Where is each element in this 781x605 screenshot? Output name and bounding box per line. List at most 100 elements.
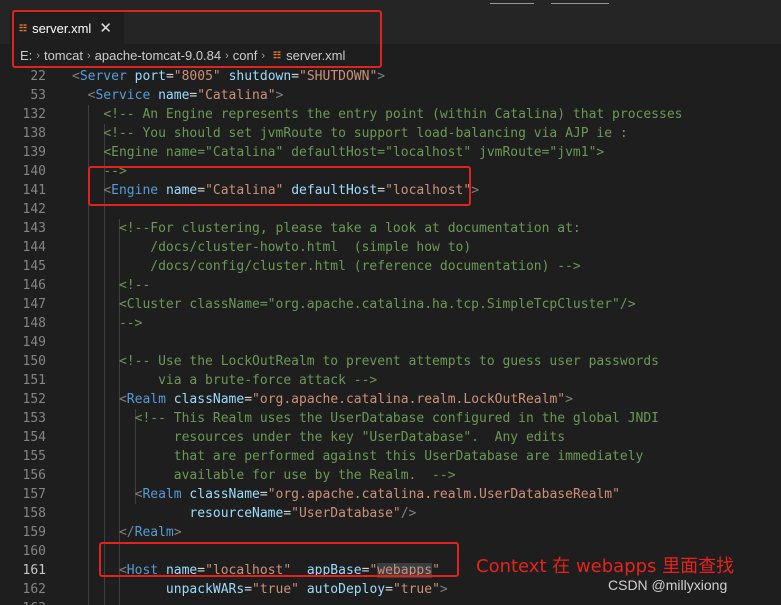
code-line[interactable]: 132 <!-- An Engine represents the entry … — [0, 105, 781, 124]
code-token: /docs/config/cluster.html (reference doc… — [118, 259, 581, 274]
code-line[interactable]: 151 via a brute-force attack --> — [0, 371, 781, 390]
code-token: = — [259, 487, 268, 502]
top-link-underline — [490, 3, 534, 4]
code-token: > — [275, 88, 284, 103]
line-number: 149 — [22, 335, 46, 350]
line-number: 163 — [0, 599, 46, 605]
code-line[interactable]: 159 </Realm> — [0, 523, 781, 542]
line-number: 159 — [22, 525, 46, 540]
code-token: Service — [95, 88, 151, 103]
code-token: <!-- — [118, 278, 151, 293]
code-text: <Engine name="Catalina" defaultHost="loc… — [72, 143, 604, 162]
line-number: 143 — [22, 221, 46, 236]
code-token: > — [173, 525, 182, 540]
code-line[interactable]: 155 that are performed against this User… — [0, 447, 781, 466]
line-number: 139 — [22, 145, 46, 160]
code-token: className — [173, 392, 245, 407]
code-text: available for use by the Realm. --> — [72, 466, 456, 485]
line-number: 145 — [22, 259, 46, 274]
code-line[interactable]: 158 resourceName="UserDatabase"/> — [0, 504, 781, 523]
code-token: "Catalina" — [197, 88, 276, 103]
code-token: = — [165, 69, 174, 84]
code-token: < — [72, 69, 80, 84]
code-text: <!-- This Realm uses the UserDatabase co… — [72, 409, 659, 428]
line-number: 150 — [22, 354, 46, 369]
line-number: 157 — [22, 487, 46, 502]
line-number: 138 — [22, 126, 46, 141]
code-line[interactable]: 53 <Service name="Catalina"> — [0, 86, 781, 105]
code-text: <!-- Use the LockOutRealm to prevent att… — [72, 352, 659, 371]
code-line[interactable]: 154 resources under the key "UserDatabas… — [0, 428, 781, 447]
code-line[interactable]: 22 <Server port="8005" shutdown="SHUTDOWN… — [0, 67, 781, 86]
code-text: resources under the key "UserDatabase". … — [72, 428, 565, 447]
code-text: /docs/config/cluster.html (reference doc… — [72, 257, 581, 276]
code-line[interactable]: 139 <Engine name="Catalina" defaultHost=… — [0, 143, 781, 162]
line-number: 132 — [22, 107, 46, 122]
code-text: <!--For clustering, please take a look a… — [72, 219, 581, 238]
code-text: --> — [72, 314, 142, 333]
code-token: "UserDatabase" — [291, 506, 401, 521]
code-token: < — [118, 392, 127, 407]
code-line[interactable]: 153 <!-- This Realm uses the UserDatabas… — [0, 409, 781, 428]
code-text: resourceName="UserDatabase"/> — [72, 504, 416, 523]
watermark: CSDN @millyxiong — [608, 577, 728, 593]
code-line[interactable]: 147 <Cluster className="org.apache.catal… — [0, 295, 781, 314]
line-number: 147 — [22, 297, 46, 312]
code-line[interactable]: 157 <Realm className="org.apache.catalin… — [0, 485, 781, 504]
code-text: <Realm className="org.apache.catalina.re… — [72, 485, 620, 504]
code-token: autoDeploy — [306, 582, 386, 597]
line-number: 146 — [22, 278, 46, 293]
code-line[interactable]: 156 available for use by the Realm. --> — [0, 466, 781, 485]
code-line[interactable]: 145 /docs/config/cluster.html (reference… — [0, 257, 781, 276]
code-token: via a brute-force attack --> — [118, 373, 378, 388]
code-text: via a brute-force attack --> — [72, 371, 377, 390]
code-text: <Server port="8005" shutdown="SHUTDOWN"> — [72, 67, 385, 86]
code-line[interactable]: 148 --> — [0, 314, 781, 333]
code-token: <!-- This Realm uses the UserDatabase co… — [134, 411, 660, 426]
line-number: 154 — [22, 430, 46, 445]
line-number: 140 — [22, 164, 46, 179]
code-token: = — [244, 582, 253, 597]
code-line[interactable]: 152 <Realm className="org.apache.catalin… — [0, 390, 781, 409]
highlight-box-host — [99, 542, 459, 577]
code-token: > — [471, 183, 480, 198]
code-line[interactable]: 138 <!-- You should set jvmRoute to supp… — [0, 124, 781, 143]
code-line[interactable]: 146 <!-- — [0, 276, 781, 295]
code-text: <!-- — [72, 276, 150, 295]
top-link-underline — [551, 3, 609, 4]
line-number: 158 — [22, 506, 46, 521]
code-line[interactable]: 144 /docs/cluster-howto.html (simple how… — [0, 238, 781, 257]
line-number: 156 — [22, 468, 46, 483]
code-editor[interactable]: 22 <Server port="8005" shutdown="SHUTDOWN… — [0, 67, 781, 605]
code-token: "true" — [392, 582, 440, 597]
code-token: /> — [400, 506, 417, 521]
code-token: resources under the key "UserDatabase". … — [134, 430, 566, 445]
code-line[interactable]: 143 <!--For clustering, please take a lo… — [0, 219, 781, 238]
code-line[interactable]: 163 — [0, 599, 781, 605]
highlight-box-engine — [88, 166, 471, 206]
code-token: unpackWARs — [165, 582, 245, 597]
code-token: name — [158, 88, 190, 103]
code-token: that are performed against this UserData… — [134, 449, 644, 464]
line-number: 53 — [30, 88, 46, 103]
code-line[interactable]: 149 — [0, 333, 781, 352]
code-line[interactable]: 150 <!-- Use the LockOutRealm to prevent… — [0, 352, 781, 371]
